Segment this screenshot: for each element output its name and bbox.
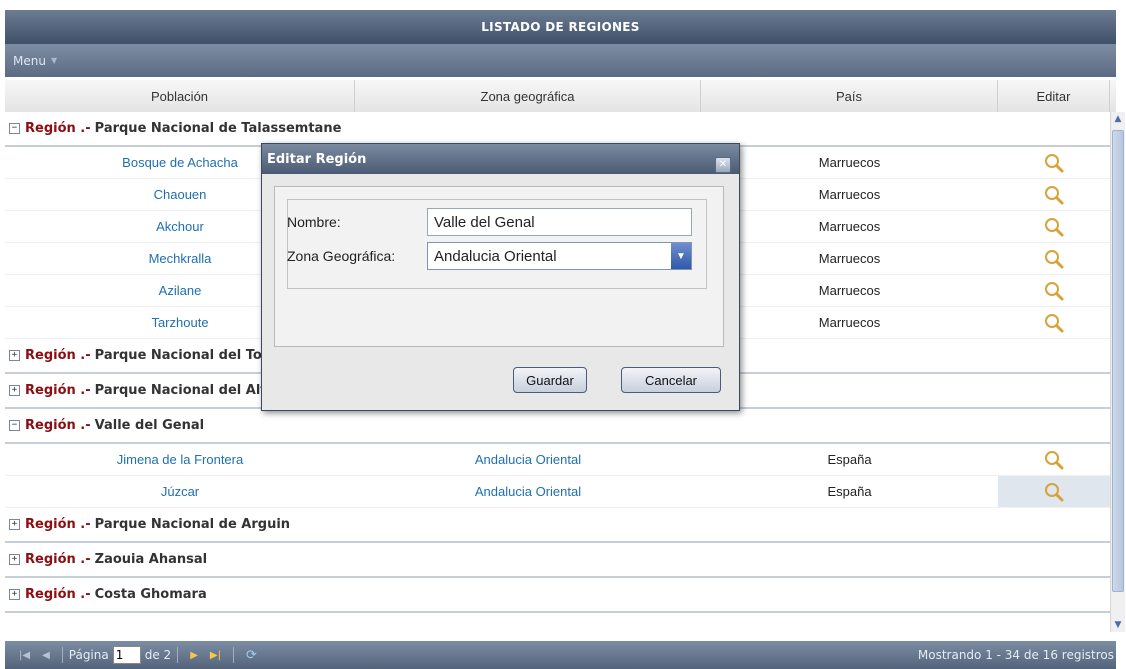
expand-icon[interactable]: + [9,589,20,600]
group-header[interactable]: − Región .- Valle del Genal [5,409,1110,444]
group-prefix: Región .- [25,517,91,532]
vertical-scrollbar[interactable]: ▲ ▼ [1110,112,1125,632]
first-page-icon[interactable]: |◀ [19,650,30,661]
page-number-input[interactable] [112,646,141,664]
magnifier-icon [1045,249,1064,268]
close-icon[interactable]: ✕ [715,157,731,173]
last-page-icon[interactable]: ▶| [210,650,221,661]
dialog-title: Editar Región [267,151,367,167]
group-name: Parque Nacional de Arguin [94,517,291,532]
cell-pais: España [827,484,872,499]
group-header[interactable]: + Región .- Costa Ghomara [5,578,1110,613]
group-prefix: Región .- [25,121,91,136]
scroll-thumb[interactable] [1112,130,1124,592]
cell-poblacion: Jimena de la Frontera [116,452,244,467]
expand-icon[interactable]: + [9,350,20,361]
divider [177,647,179,663]
cell-pais: Marruecos [818,155,881,170]
paging-info: Mostrando 1 - 34 de 16 registros [917,648,1114,662]
paging-toolbar: |◀ ◀ Página de 2 ▶ ▶| ⟳ Mostrando 1 - 34… [5,641,1116,669]
edit-region-dialog: Editar Región ✕ Nombre: Valle del Genal … [261,143,740,411]
edit-button[interactable] [998,275,1110,306]
table-row[interactable]: Jimena de la Frontera Andalucia Oriental… [5,444,1110,476]
group-prefix: Región .- [25,383,91,398]
expand-icon[interactable]: + [9,385,20,396]
expand-icon[interactable]: + [9,554,20,565]
magnifier-icon [1045,450,1064,469]
group-name: Costa Ghomara [94,587,207,602]
group-prefix: Región .- [25,587,91,602]
dialog-header[interactable]: Editar Región [262,144,739,174]
save-button[interactable]: Guardar [513,367,587,393]
column-header-poblacion[interactable]: Población [5,80,355,112]
column-header-row: Población Zona geográfica País Editar [5,80,1116,113]
edit-button[interactable] [998,444,1110,475]
cell-pais: España [827,452,872,467]
dialog-form-panel: Nombre: Valle del Genal Zona Geográfica:… [274,186,724,347]
magnifier-icon [1045,281,1064,300]
magnifier-icon [1045,313,1064,332]
cell-pais: Marruecos [818,315,881,330]
cell-pais: Marruecos [818,187,881,202]
nombre-input[interactable]: Valle del Genal [427,208,692,236]
edit-button[interactable] [998,476,1110,507]
menu-dropdown-icon: ▼ [50,56,58,65]
cancel-button[interactable]: Cancelar [621,367,721,393]
magnifier-icon [1045,482,1064,501]
group-header[interactable]: − Región .- Parque Nacional de Talassemt… [5,112,1110,147]
zona-select-value: Andalucia Oriental [434,247,557,265]
chevron-down-icon[interactable]: ▼ [671,243,691,269]
zona-select[interactable]: Andalucia Oriental ▼ [427,242,692,270]
refresh-icon[interactable]: ⟳ [246,648,257,663]
menu-label: Menu [13,53,46,68]
edit-button[interactable] [998,307,1110,338]
zona-label: Zona Geográfica: [287,248,396,264]
divider [61,647,63,663]
nombre-field: Nombre: Valle del Genal [287,208,692,236]
magnifier-icon [1045,217,1064,236]
magnifier-icon [1045,153,1064,172]
collapse-icon[interactable]: − [9,123,20,134]
cell-pais: Marruecos [818,283,881,298]
divider [232,647,234,663]
page-label: Página [68,648,109,662]
group-prefix: Región .- [25,418,91,433]
edit-button[interactable] [998,211,1110,242]
group-header[interactable]: + Región .- Zaouia Ahansal [5,543,1110,578]
group-header[interactable]: + Región .- Parque Nacional de Arguin [5,508,1110,543]
column-header-pais[interactable]: País [701,80,998,112]
expand-icon[interactable]: + [9,519,20,530]
magnifier-icon [1045,185,1064,204]
cell-zona: Andalucia Oriental [474,452,582,467]
page-of-label: de 2 [144,648,172,662]
grid-title: LISTADO DE REGIONES [481,20,640,34]
group-name: Zaouia Ahansal [94,552,208,567]
group-name: Parque Nacional de Talassemtane [94,121,342,136]
edit-button[interactable] [998,179,1110,210]
zona-field: Zona Geográfica: Andalucia Oriental ▼ [287,242,692,270]
scroll-down-icon[interactable]: ▼ [1111,618,1125,632]
grid-title-bar: LISTADO DE REGIONES [5,10,1116,44]
group-name: Valle del Genal [94,418,205,433]
menu-button[interactable]: Menu ▼ [13,54,57,68]
menu-bar: Menu ▼ [5,44,1116,77]
column-header-editar[interactable]: Editar [998,80,1110,112]
edit-button[interactable] [998,243,1110,274]
cell-pais: Marruecos [818,251,881,266]
cell-poblacion: Júzcar [160,484,200,499]
group-prefix: Región .- [25,348,91,363]
table-row[interactable]: Júzcar Andalucia Oriental España [5,476,1110,508]
scroll-up-icon[interactable]: ▲ [1111,112,1125,126]
group-prefix: Región .- [25,552,91,567]
column-header-zona[interactable]: Zona geográfica [355,80,701,112]
next-page-icon[interactable]: ▶ [190,650,198,661]
collapse-icon[interactable]: − [9,420,20,431]
edit-button[interactable] [998,147,1110,178]
cell-zona: Andalucia Oriental [474,484,582,499]
nombre-label: Nombre: [287,214,341,230]
prev-page-icon[interactable]: ◀ [42,650,50,661]
cell-pais: Marruecos [818,219,881,234]
